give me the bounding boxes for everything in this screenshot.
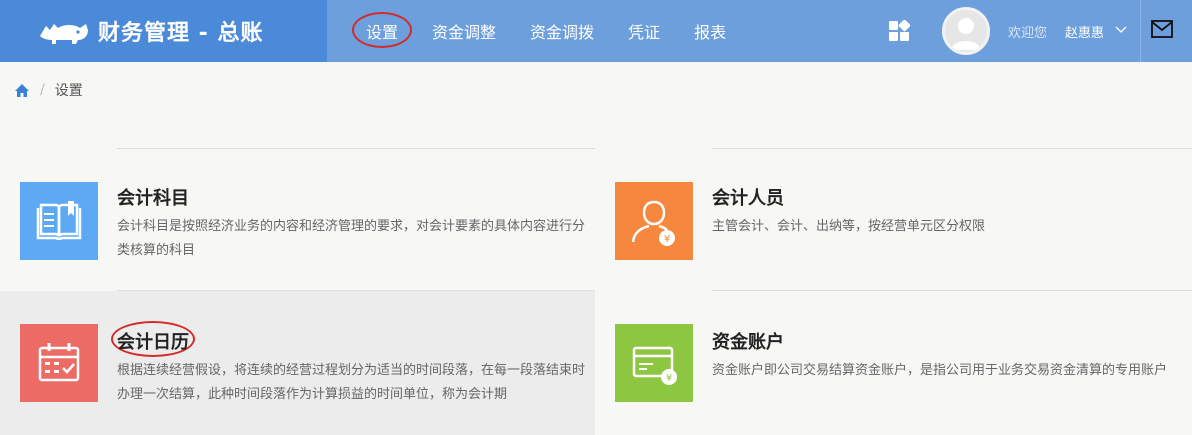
card-title[interactable]: 会计日历 [117, 328, 189, 354]
nav-item-fund-transfer[interactable]: 资金调拨 [514, 13, 610, 49]
card-description: 根据连续经营假设，将连续的经营过程划分为适当的时间段落，在每一段落结束时办理一次… [117, 363, 586, 402]
card-description: 主管会计、会计、出纳等，按经营单元区分权限 [712, 219, 986, 234]
breadcrumb: / 设置 [14, 80, 83, 100]
card-accounting-calendar[interactable]: 会计日历 根据连续经营假设，将连续的经营过程划分为适当的时间段落，在每一段落结束… [0, 291, 595, 435]
nav-item-settings[interactable]: 设置 [350, 12, 414, 49]
card-accounting-subjects[interactable]: 会计科目 会计科目是按照经济业务的内容和经济管理的要求，对会计要素的具体内容进行… [0, 149, 595, 290]
nav-item-report[interactable]: 报表 [678, 13, 742, 49]
user-silhouette-icon [951, 18, 981, 50]
brand-title: 财务管理 - 总账 [98, 21, 264, 46]
card-icon-box: ¥ [615, 324, 693, 402]
calendar-icon [38, 343, 80, 382]
top-navbar: 财务管理 - 总账 设置 资金调整 资金调拨 凭证 报表 欢迎您 赵惠惠 [0, 0, 1192, 62]
home-icon[interactable] [14, 83, 30, 98]
card-fund-account[interactable]: ¥ 资金账户 资金账户即公司交易结算资金账户，是指公司用于业务交易资金清算的专用… [595, 291, 1192, 435]
nav-item-voucher[interactable]: 凭证 [612, 13, 676, 49]
brand-logo[interactable]: 财务管理 - 总账 [0, 0, 327, 62]
breadcrumb-separator: / [40, 82, 45, 98]
money-card-icon: ¥ [632, 346, 677, 385]
apps-grid-icon[interactable] [888, 20, 910, 42]
nav-item-fund-adjust[interactable]: 资金调整 [416, 13, 512, 49]
card-icon-box [20, 182, 98, 260]
card-icon-box: ¥ [615, 182, 693, 260]
mail-icon[interactable] [1151, 20, 1173, 38]
accountant-icon: ¥ [631, 200, 675, 246]
book-icon [36, 201, 82, 240]
card-description: 会计科目是按照经济业务的内容和经济管理的要求，对会计要素的具体内容进行分类核算的… [117, 219, 586, 258]
svg-text:¥: ¥ [666, 373, 672, 384]
rhino-logo-icon [40, 24, 88, 44]
main-nav: 设置 资金调整 资金调拨 凭证 报表 [350, 0, 744, 62]
username[interactable]: 赵惠惠 [1065, 22, 1104, 41]
card-title[interactable]: 资金账户 [712, 328, 784, 354]
user-avatar[interactable] [942, 7, 990, 55]
card-title[interactable]: 会计科目 [117, 184, 189, 210]
header-divider [1140, 0, 1141, 62]
breadcrumb-current: 设置 [54, 83, 83, 99]
svg-text:¥: ¥ [664, 234, 670, 245]
card-title[interactable]: 会计人员 [712, 184, 784, 210]
card-icon-box [20, 324, 98, 402]
chevron-down-icon[interactable] [1114, 22, 1128, 36]
welcome-text: 欢迎您 [1008, 26, 1048, 41]
card-description: 资金账户即公司交易结算资金账户，是指公司用于业务交易资金清算的专用账户 [712, 363, 1168, 378]
card-accounting-staff[interactable]: ¥ 会计人员 主管会计、会计、出纳等，按经营单元区分权限 [595, 149, 1192, 290]
